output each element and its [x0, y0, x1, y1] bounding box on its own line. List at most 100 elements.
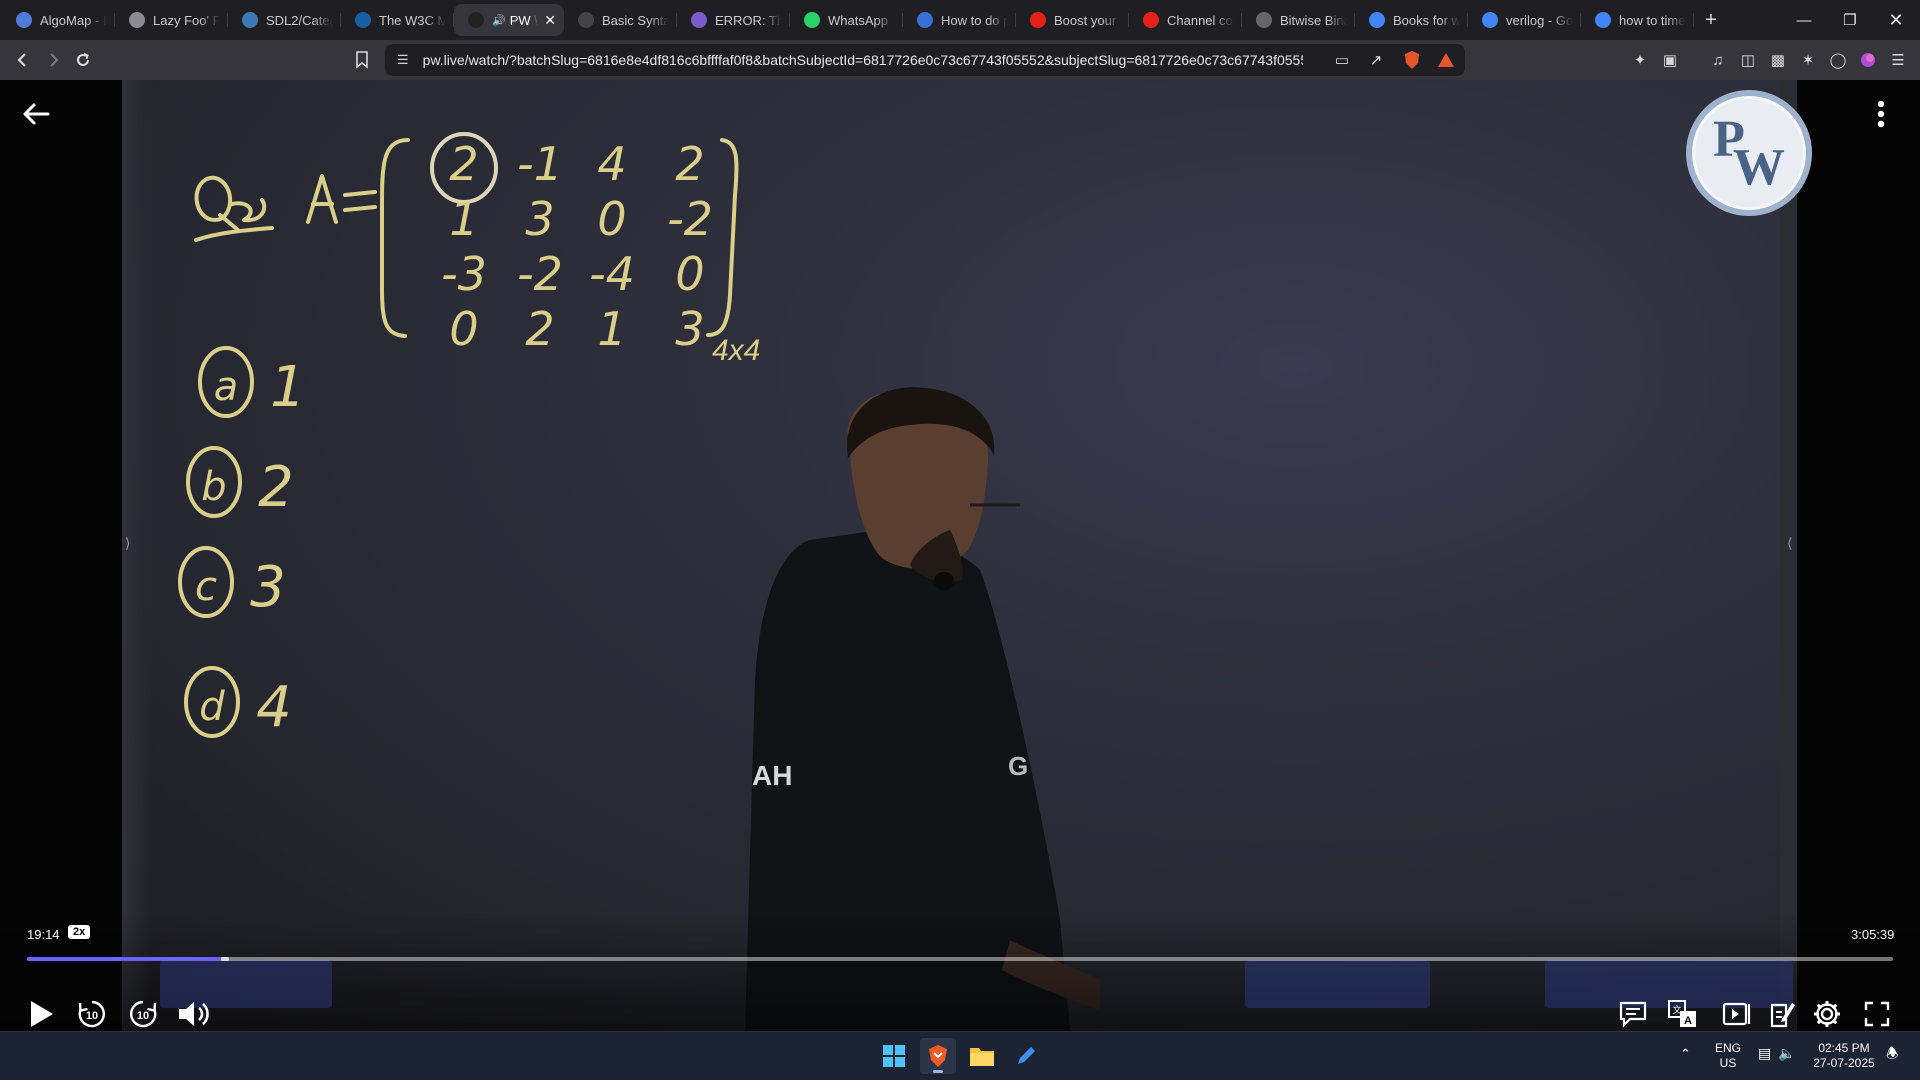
option-value: 2 — [258, 455, 294, 520]
tab-8[interactable]: How to do p — [903, 4, 1016, 36]
tab-7[interactable]: WhatsApp — [790, 4, 903, 36]
minimize-icon[interactable]: — — [1781, 0, 1827, 40]
notes-button[interactable] — [1763, 995, 1801, 1031]
playback-speed-badge[interactable]: 2x — [68, 925, 91, 939]
youtube-icon — [1143, 12, 1159, 28]
video-player[interactable]: 4x4 2 -1 4 2 1 3 0 -2 -3 -2 -4 0 0 2 1 3 a1b2c3d4 AH G … — [0, 80, 1920, 1031]
forward-button[interactable] — [38, 40, 68, 80]
tab-10[interactable]: Channel cor — [1129, 4, 1242, 36]
profile-icon[interactable] — [1856, 48, 1880, 72]
cast-icon[interactable]: ▭ — [1330, 48, 1354, 72]
forward-10-button[interactable]: 10 — [124, 995, 162, 1031]
back-button[interactable] — [8, 40, 38, 80]
answer-option-b: b2 — [186, 446, 294, 520]
reload-button[interactable] — [68, 40, 98, 80]
tab-4[interactable]: 🔊 PW \ ✕ — [454, 4, 564, 36]
tab-audio-icon[interactable]: 🔊 — [492, 14, 506, 27]
tab-12[interactable]: Books for w — [1355, 4, 1468, 36]
answer-option-a: a1 — [198, 346, 306, 420]
clock[interactable]: 02:45 PM 27-07-2025 — [1808, 1041, 1880, 1071]
tab-5[interactable]: Basic Syntax — [564, 4, 677, 36]
seek-bar[interactable] — [27, 957, 1893, 961]
fullscreen-button[interactable] — [1858, 995, 1896, 1031]
notification-bell-icon[interactable]: 🕭 — [1886, 1046, 1899, 1061]
tab-13[interactable]: verilog - Go — [1468, 4, 1581, 36]
tab-2[interactable]: SDL2/Categ — [228, 4, 341, 36]
brave-taskbar-app[interactable] — [920, 1038, 956, 1074]
pen-icon — [1018, 1047, 1035, 1064]
chat-button[interactable] — [1614, 995, 1652, 1031]
brave-rewards-icon[interactable] — [1434, 48, 1458, 72]
tray-overflow-icon[interactable]: ⌃ — [1680, 1046, 1691, 1061]
media-icon[interactable]: ♫ — [1706, 48, 1730, 72]
leo-ai-icon[interactable]: ✶ — [1796, 48, 1820, 72]
pen-app[interactable] — [1008, 1038, 1044, 1074]
bookmark-icon[interactable] — [350, 48, 374, 72]
volume-button[interactable] — [175, 995, 213, 1031]
menu-icon[interactable]: ☰ — [1886, 48, 1910, 72]
translate-button[interactable]: A文 — [1664, 995, 1702, 1031]
network-icon[interactable]: ▤ — [1758, 1046, 1771, 1061]
settings-button[interactable] — [1808, 995, 1846, 1031]
speaker-icon[interactable]: 🔈 — [1778, 1046, 1795, 1061]
matrix-cell: 3 — [525, 192, 554, 246]
player-back-icon[interactable] — [20, 98, 52, 130]
tab-title: How to do p — [941, 12, 1008, 28]
wallet-icon[interactable]: ▩ — [1766, 48, 1790, 72]
file-explorer-app[interactable] — [964, 1038, 1000, 1074]
player-more-icon[interactable] — [1876, 100, 1886, 132]
start-button[interactable] — [876, 1038, 912, 1074]
tab-title: verilog - Go — [1506, 12, 1573, 28]
sdl-icon — [242, 12, 258, 28]
matrix-order: 4x4 — [712, 334, 760, 367]
tab-14[interactable]: how to time — [1581, 4, 1694, 36]
share-icon[interactable]: ↗ — [1364, 48, 1388, 72]
site-icon — [1256, 12, 1272, 28]
tab-1[interactable]: Lazy Foo' Pr — [115, 4, 228, 36]
option-value: 3 — [250, 555, 286, 620]
current-time: 19:14 — [27, 927, 60, 942]
new-tab-button[interactable]: + — [1694, 9, 1728, 32]
screenshot-icon[interactable]: ▣ — [1658, 48, 1682, 72]
buffer-bar — [221, 957, 229, 961]
error-icon — [691, 12, 707, 28]
tab-0[interactable]: AlgoMap - I — [2, 4, 115, 36]
option-label: d — [199, 684, 225, 730]
question-marker — [194, 175, 274, 242]
address-bar[interactable]: ☰ pw.live/watch/?batchSlug=6816e8e4df816… — [385, 44, 1465, 76]
play-icon — [31, 1001, 53, 1027]
tab-9[interactable]: Boost your ( — [1016, 4, 1129, 36]
site-settings-icon[interactable]: ☰ — [397, 52, 409, 68]
matrix-cell: 2 — [525, 302, 554, 356]
close-window-icon[interactable]: ✕ — [1873, 0, 1919, 40]
browser-tab-strip: AlgoMap - I Lazy Foo' Pr SDL2/Categ The W3C… — [0, 0, 1920, 40]
forward-icon — [50, 53, 59, 67]
tab-6[interactable]: ERROR: The — [677, 4, 790, 36]
extensions-icon[interactable]: ✦ — [1628, 48, 1652, 72]
language-indicator[interactable]: ENG US — [1712, 1041, 1744, 1071]
tab-3[interactable]: The W3C M — [341, 4, 454, 36]
play-button[interactable] — [22, 995, 60, 1031]
url-text[interactable]: pw.live/watch/?batchSlug=6816e8e4df816c6… — [423, 52, 1303, 68]
reload-icon — [77, 53, 89, 66]
tab-title: PW \ — [509, 12, 538, 28]
tab-title: The W3C M — [379, 12, 446, 28]
right-panel-chevron-icon[interactable]: ⟨ — [1787, 535, 1792, 552]
sidebar-icon[interactable]: ◫ — [1736, 48, 1760, 72]
brave-shield-icon[interactable] — [1400, 48, 1424, 72]
tab-title: ERROR: The — [715, 12, 782, 28]
vpn-icon[interactable]: ◯ — [1826, 48, 1850, 72]
tab-title: Bitwise Bina — [1280, 12, 1347, 28]
matrix-cell: -2 — [667, 192, 713, 246]
notes-icon — [1770, 1003, 1795, 1028]
google-icon — [1595, 12, 1611, 28]
slides-button[interactable] — [1718, 995, 1756, 1031]
tab-close-icon[interactable]: ✕ — [544, 12, 556, 29]
restore-icon[interactable]: ❐ — [1827, 0, 1873, 40]
left-panel-chevron-icon[interactable]: ⟩ — [125, 535, 130, 552]
answer-options: a 1b 2c 3d 4 — [178, 346, 306, 740]
matrix-cell: -2 — [517, 247, 563, 301]
tab-11[interactable]: Bitwise Bina — [1242, 4, 1355, 36]
chat-icon — [1619, 1001, 1647, 1028]
rewind-10-button[interactable]: 10 — [73, 995, 111, 1031]
